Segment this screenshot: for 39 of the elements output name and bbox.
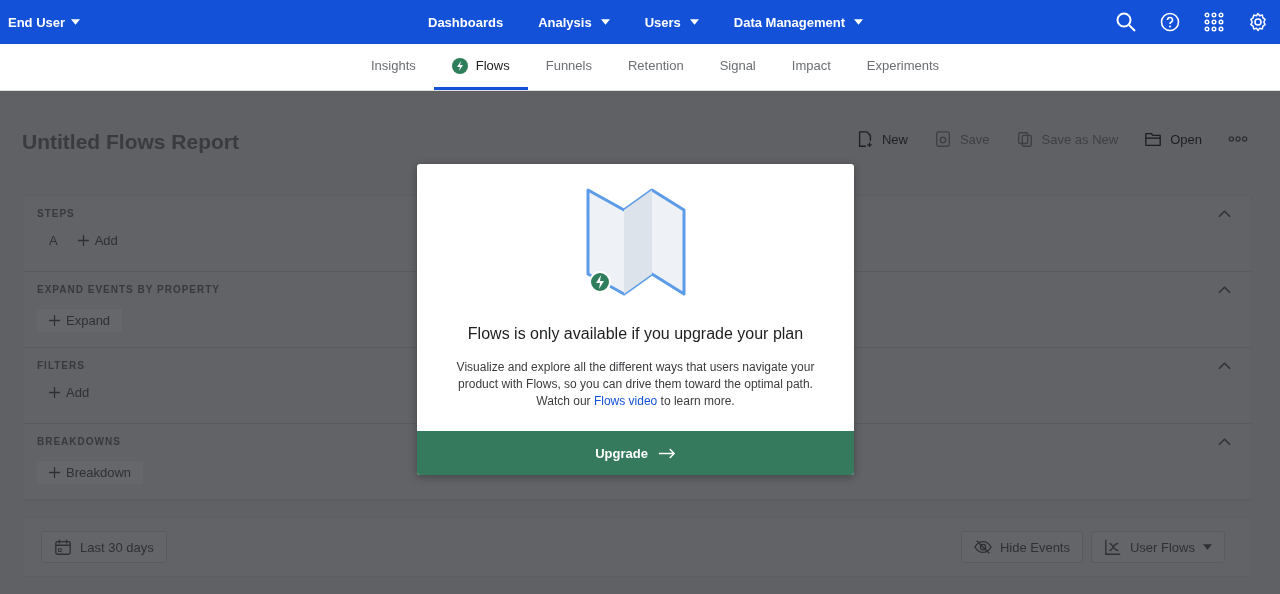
more-options-icon[interactable] (1228, 135, 1248, 143)
settings-icon[interactable] (1248, 12, 1268, 32)
new-button[interactable]: New (855, 130, 908, 148)
report-tab[interactable]: Experiments (848, 44, 958, 90)
save-icon (933, 130, 952, 148)
report-tab[interactable]: Retention (609, 44, 702, 90)
arrow-right-icon (657, 447, 676, 459)
open-button[interactable]: Open (1144, 130, 1202, 148)
collapse-chevron-icon[interactable] (1218, 285, 1231, 294)
copy-icon (1015, 130, 1034, 148)
report-tab[interactable]: Signal (701, 44, 774, 90)
dialog-message: Visualize and explore all the different ways that users navigate your product with Flows, so you can drive them toward the optimal path. Watch our Flows video to learn more. (455, 359, 816, 410)
collapse-chevron-icon[interactable] (1218, 437, 1231, 446)
report-tab[interactable]: Impact (773, 44, 849, 90)
nav-menu-item[interactable]: Analysis (538, 14, 610, 30)
flow-chart-icon (1104, 538, 1122, 556)
folder-icon (1144, 130, 1163, 148)
plus-icon (77, 235, 89, 246)
search-icon[interactable] (1116, 12, 1136, 32)
apps-grid-icon[interactable] (1204, 12, 1224, 32)
caret-icon (71, 19, 81, 25)
flows-video-link[interactable]: Flows video (593, 394, 658, 408)
help-icon[interactable] (1160, 12, 1180, 32)
plus-icon (49, 315, 60, 326)
report-tab[interactable]: Insights (352, 44, 434, 90)
nav-menu-item[interactable]: Data Management (733, 14, 863, 30)
caret-icon (1203, 544, 1212, 550)
collapse-chevron-icon[interactable] (1218, 209, 1231, 218)
workspace-menu[interactable]: End User (8, 14, 358, 30)
upgrade-button[interactable]: Upgrade (417, 431, 854, 475)
collapse-chevron-icon[interactable] (1218, 361, 1231, 370)
nav-menu-item[interactable]: Users (644, 14, 699, 30)
nav-menu-item[interactable]: Dashboards (428, 14, 504, 30)
plus-icon (49, 387, 60, 398)
eye-slash-icon (973, 538, 992, 556)
report-tab[interactable]: Funnels (527, 44, 610, 90)
plus-icon (49, 467, 60, 478)
dialog-title: Flows is only available if you upgrade your plan (467, 325, 804, 343)
calendar-icon (54, 538, 72, 556)
